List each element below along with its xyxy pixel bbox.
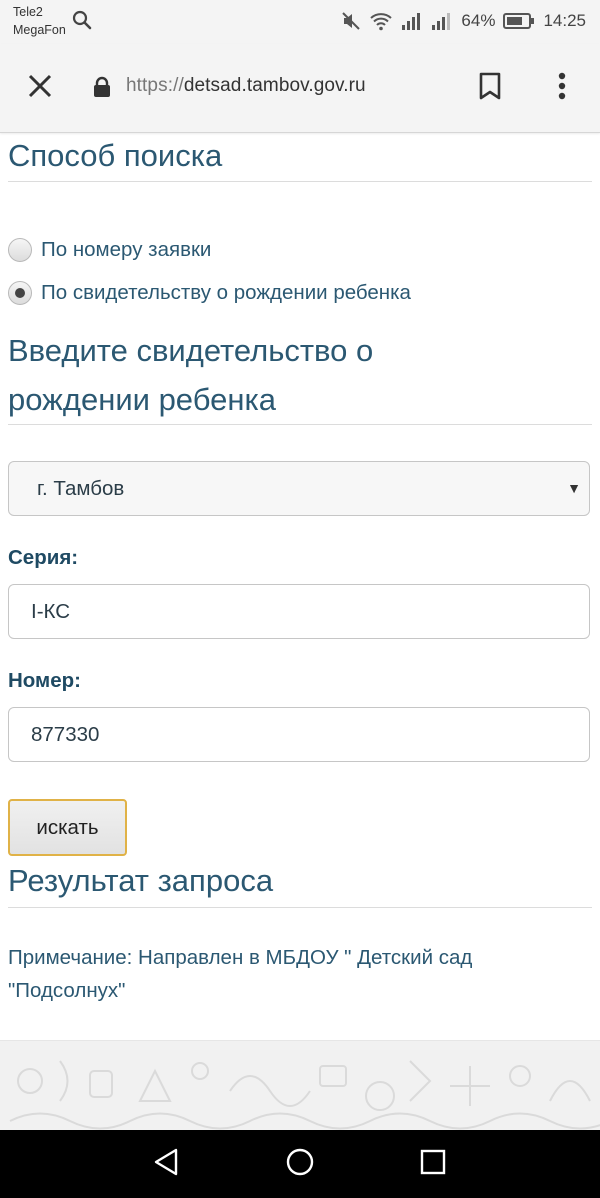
radio-label: По свидетельству о рождении ребенка [41, 281, 411, 304]
status-bar: Tele2 MegaFon 64% 14:25 [0, 0, 600, 44]
certificate-heading-line-1: Введите свидетельство о [8, 333, 374, 368]
recents-icon [420, 1149, 446, 1180]
status-icons: 64% 14:25 [341, 9, 586, 33]
result-note-line-1: Примечание: Направлен в МБДОУ " Детский … [8, 946, 473, 969]
certificate-heading: Введите свидетельство о рождении ребенка [8, 326, 592, 425]
browser-toolbar: https://detsad.tambov.gov.ru [0, 44, 600, 133]
radio-label: По номеру заявки [41, 238, 212, 261]
search-button[interactable]: искать [8, 799, 127, 856]
bookmark-icon [479, 72, 501, 105]
recents-button[interactable] [413, 1144, 453, 1184]
city-select-value: г. Тамбов [37, 476, 125, 500]
battery-icon [503, 12, 535, 30]
result-heading: Результат запроса [8, 861, 592, 908]
close-icon [27, 73, 53, 104]
city-select[interactable]: г. Тамбов ▼ [8, 461, 590, 516]
radio-selected-dot [15, 288, 25, 298]
wifi-icon [369, 11, 393, 31]
radio-by-application-number[interactable]: По номеру заявки [8, 238, 211, 262]
certificate-heading-line-2: рождении ребенка [8, 382, 276, 417]
more-menu-button[interactable] [546, 70, 578, 106]
bookmark-button[interactable] [474, 70, 506, 106]
address-bar[interactable]: https://detsad.tambov.gov.ru [126, 75, 366, 97]
search-icon [72, 10, 92, 35]
carrier-2: MegaFon [13, 23, 66, 37]
home-button[interactable] [280, 1144, 320, 1184]
number-input[interactable]: 877330 [8, 707, 590, 762]
carrier-1: Tele2 [13, 5, 43, 19]
doodle-pattern-image [9, 1060, 600, 1130]
system-navigation-bar [0, 1130, 600, 1198]
result-note-line-2: "Подсолнух" [8, 979, 126, 1002]
search-method-heading: Способ поиска [8, 137, 592, 182]
number-label: Номер: [8, 669, 81, 692]
series-label: Серия: [8, 546, 79, 569]
close-tab-button[interactable] [22, 70, 58, 106]
back-button[interactable] [146, 1144, 186, 1184]
mute-icon [341, 11, 361, 31]
battery-percent: 64% [461, 11, 496, 30]
clock: 14:25 [543, 11, 586, 30]
radio-button[interactable] [8, 281, 32, 305]
back-icon [152, 1147, 180, 1182]
home-icon [285, 1147, 315, 1182]
more-vert-icon [558, 72, 566, 105]
result-note: Примечание: Направлен в МБДОУ " Детский … [8, 941, 588, 1007]
carrier-names: Tele2 MegaFon [13, 3, 66, 39]
dropdown-arrow-icon: ▼ [567, 480, 581, 496]
url-host: detsad.tambov.gov.ru [183, 75, 366, 96]
signal-icon [431, 11, 453, 31]
lock-icon [93, 76, 111, 103]
url-scheme: https:// [126, 75, 184, 96]
radio-by-birth-certificate[interactable]: По свидетельству о рождении ребенка [8, 281, 411, 305]
series-input[interactable]: I-КС [8, 584, 590, 639]
signal-icon [401, 11, 423, 31]
footer-pattern [0, 1040, 600, 1131]
radio-button[interactable] [8, 238, 32, 262]
